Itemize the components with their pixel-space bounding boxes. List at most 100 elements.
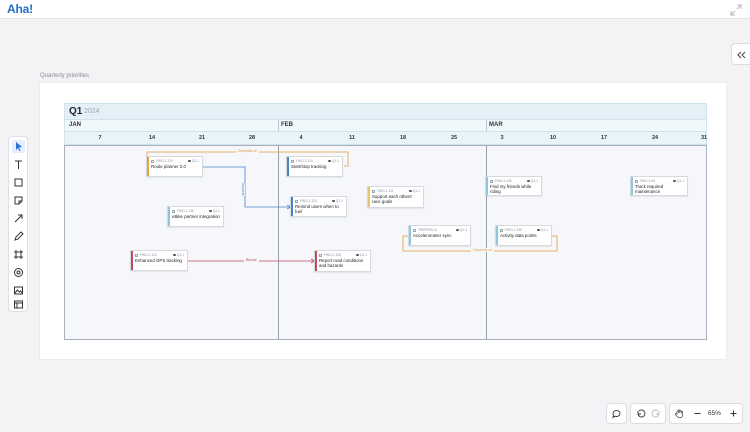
zoom-level: 65% [708, 410, 722, 417]
board-title: Quarterly priorities [40, 73, 90, 79]
redo-button[interactable] [651, 408, 662, 419]
day-label: 10 [549, 135, 557, 141]
cursor-icon [16, 142, 22, 151]
drawing-toolbar [8, 136, 28, 312]
image-icon [14, 286, 23, 295]
comment-icon [355, 253, 359, 257]
redo-icon [651, 409, 660, 418]
sticker-tool[interactable] [12, 266, 25, 279]
feature-name: Accelerometer sync [413, 233, 452, 238]
feature-card-route-planner[interactable]: FWO-1-129 Q1-1 Route planner 2.0 [146, 156, 203, 177]
month-label: MAR [489, 122, 503, 128]
undo-button[interactable] [635, 408, 646, 419]
feature-quarter: Q1-1 [540, 228, 548, 232]
feature-quarter: Q1-1 [676, 179, 684, 183]
day-label: 11 [349, 135, 355, 141]
pan-button[interactable] [674, 408, 685, 419]
template-tool[interactable] [12, 298, 25, 311]
undo-icon [637, 409, 646, 418]
comments-control [606, 403, 627, 424]
link-label-impacts: Impacts [241, 183, 245, 196]
zoom-out-button[interactable] [692, 408, 703, 419]
feature-card-enhanced-gps[interactable]: FWO-1-133 Q1-1 Enhanced GPS tracking [130, 250, 188, 271]
day-label: 4 [299, 135, 303, 141]
feature-key: FWO-1-120 [300, 199, 317, 203]
feature-name: Track required maintenance [635, 184, 664, 195]
quarter-header: Q1 2024 [64, 103, 707, 120]
feature-card-track-maintenance[interactable]: FWO-1-95 Q1-1 Track required maintenance [630, 176, 688, 196]
comment-icon [526, 179, 530, 183]
double-chevron-left-icon [737, 51, 746, 59]
day-label: 17 [600, 135, 608, 141]
day-label: 25 [450, 135, 458, 141]
frame-icon [14, 250, 23, 259]
aha-logo[interactable]: Aha! [7, 2, 33, 16]
quarter-label: Q1 [69, 106, 83, 117]
feature-name: Activity data points [500, 233, 537, 238]
comment-icon [672, 179, 676, 183]
day-label: 24 [651, 135, 659, 141]
feature-quarter: Q1-1 [191, 159, 199, 163]
sticky-note-tool[interactable] [12, 194, 25, 207]
comment-button[interactable] [611, 408, 622, 419]
pencil-icon [14, 231, 24, 241]
feature-key: FWO-1-121 [377, 189, 394, 193]
month-label: JAN [69, 122, 82, 128]
feature-name: Start/stop tracking [291, 164, 327, 169]
text-icon [15, 160, 22, 169]
sticky-note-icon [14, 196, 23, 205]
comment-icon [536, 228, 540, 232]
month-header: JAN FEB MAR [64, 120, 707, 131]
feature-name: Find my friends while riding [490, 184, 532, 195]
feature-quarter: Q1-1 [459, 228, 467, 232]
feature-name: Remind users when to fuel [295, 204, 339, 215]
fullscreen-expand-icon[interactable] [730, 3, 742, 16]
feature-card-accelerometer[interactable]: TRIPREIN-11 Q1-1 Accelerometer sync [408, 225, 471, 246]
comment-icon [331, 199, 335, 203]
feature-key: FWO-1-140 [495, 179, 512, 183]
feature-key: FWO-1-135 [505, 228, 522, 232]
feature-card-support-cohorts[interactable]: FWO-1-121 Q1-1 Support each others' race … [367, 186, 424, 208]
sticker-icon [14, 268, 23, 277]
day-header: 7 14 21 28 4 11 18 25 3 10 17 24 31 [64, 131, 707, 145]
pen-tool[interactable] [12, 230, 25, 243]
feature-card-find-friends[interactable]: FWO-1-140 Q1-1 Find my friends while ridi… [485, 176, 542, 196]
feature-key: FWO-1-124 [296, 159, 313, 163]
feature-key: FWO-1-130 [177, 209, 194, 213]
feature-quarter: Q1-1 [335, 199, 343, 203]
comment-bubble-icon [612, 410, 621, 419]
feature-quarter: Q1-1 [359, 253, 367, 257]
select-tool[interactable] [12, 140, 25, 153]
month-label: FEB [281, 122, 293, 128]
shape-tool[interactable] [12, 176, 25, 189]
link-label-blocks: Blocks [244, 258, 259, 262]
collapse-panel-button[interactable] [731, 43, 750, 65]
history-controls [630, 403, 666, 424]
zoom-in-button[interactable] [728, 408, 739, 419]
image-tool[interactable] [12, 284, 25, 297]
feature-name: Support each others' race goals [372, 194, 413, 205]
quarter-year: 2024 [84, 108, 100, 115]
arrow-tool[interactable] [12, 212, 25, 225]
feature-card-report-road[interactable]: FWO-1-128 Q1-1 Report road conditions and… [314, 250, 371, 272]
link-label-depends-on: Depends on [471, 248, 495, 252]
arrow-icon [14, 214, 23, 223]
feature-quarter: Q1-1 [331, 159, 339, 163]
top-bar: Aha! [0, 0, 750, 19]
day-label: 18 [399, 135, 407, 141]
feature-card-ebike-integration[interactable]: FWO-1-130 Q1-1 eBike partner integration [167, 206, 224, 227]
feature-card-remind-fuel[interactable]: FWO-1-120 Q1-1 Remind users when to fuel [290, 196, 347, 217]
zoom-controls: 65% [669, 403, 743, 424]
roadmap-timeline[interactable]: Q1 2024 JAN FEB MAR 7 14 21 28 4 11 18 2… [64, 103, 707, 340]
layout-icon [14, 300, 23, 309]
feature-name: Enhanced GPS tracking [135, 258, 182, 263]
feature-key: FWO-1-133 [140, 253, 157, 257]
feature-card-activity-points[interactable]: FWO-1-135 Q1-1 Activity data points [495, 225, 552, 246]
feature-card-startstop[interactable]: FWO-1-124 Q1-1 Start/stop tracking [286, 156, 343, 177]
feature-quarter: Q1-1 [412, 189, 420, 193]
comment-icon [455, 228, 459, 232]
comment-icon [327, 159, 331, 163]
text-tool[interactable] [12, 158, 25, 171]
frame-tool[interactable] [12, 248, 25, 261]
day-label: 3 [500, 135, 504, 141]
